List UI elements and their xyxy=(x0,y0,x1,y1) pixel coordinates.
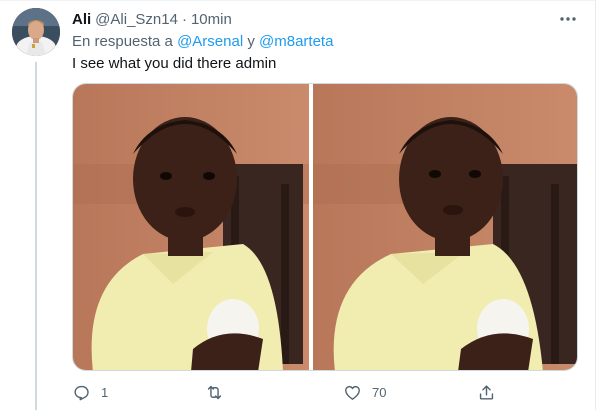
tweet-card[interactable]: Ali @Ali_Szn14 · 10min En respuesta a @A… xyxy=(0,0,596,410)
avatar[interactable] xyxy=(12,8,60,56)
retweet-button[interactable] xyxy=(205,378,234,406)
separator-dot: · xyxy=(181,10,187,28)
tweet-header: Ali @Ali_Szn14 · 10min xyxy=(72,9,232,29)
tweet-actions-bar: 1 70 xyxy=(72,378,578,406)
tweet-text: I see what you did there admin xyxy=(72,55,277,72)
like-button[interactable]: 70 xyxy=(343,378,386,406)
reply-conjunction: y xyxy=(247,33,255,50)
meme-panel-right xyxy=(313,84,577,370)
tweet-media-image[interactable] xyxy=(72,83,578,371)
mention-link[interactable]: @Arsenal xyxy=(177,33,243,50)
divider xyxy=(0,0,596,1)
reply-button[interactable]: 1 xyxy=(72,378,108,406)
reply-bubble-icon xyxy=(74,385,89,400)
reply-count: 1 xyxy=(101,384,109,400)
meme-image xyxy=(73,84,577,370)
reply-prefix: En respuesta a xyxy=(72,33,173,50)
avatar-image xyxy=(12,8,60,56)
share-button[interactable] xyxy=(477,378,496,406)
meme-panel-left xyxy=(73,84,309,370)
like-count: 70 xyxy=(372,384,387,400)
mention-link[interactable]: @m8arteta xyxy=(259,33,333,50)
thread-connector-line xyxy=(35,62,37,410)
author-name[interactable]: Ali xyxy=(72,11,91,28)
author-handle[interactable]: @Ali_Szn14 xyxy=(95,11,178,28)
more-options-button[interactable] xyxy=(558,10,578,28)
heart-icon xyxy=(345,385,360,400)
retweet-arrows-icon xyxy=(207,385,222,399)
more-horizontal-icon xyxy=(560,17,576,21)
reply-context: En respuesta a @Arsenal y @m8arteta xyxy=(72,33,333,50)
timestamp[interactable]: 10min xyxy=(191,11,232,28)
share-upload-icon xyxy=(479,384,494,400)
